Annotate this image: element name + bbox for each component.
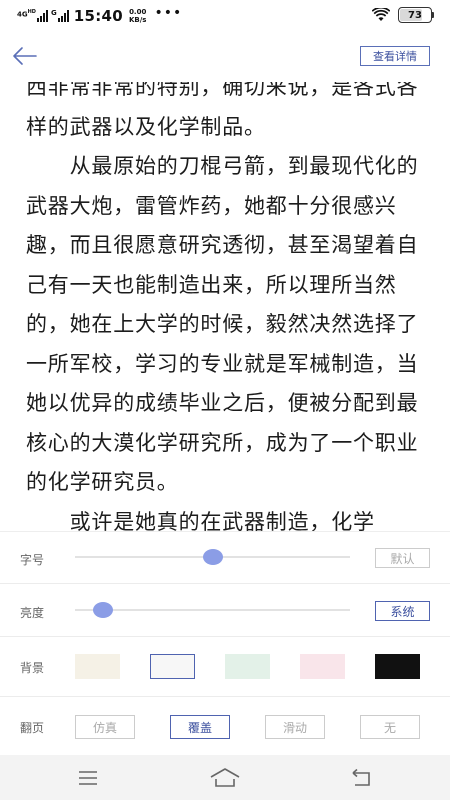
background-swatch-beige[interactable] (75, 654, 120, 679)
battery-tip (432, 12, 434, 18)
paragraph: 从最原始的刀棍弓箭，到最现代化的武器大炮，雷管炸药，她都十分很感兴趣，而且很愿意… (26, 154, 419, 494)
paragraph: 或许是她真的在武器制造，化学 (26, 509, 375, 532)
reading-text: 西非常非常的特别，确切来说，是各式各样的武器以及化学制品。 从最原始的刀棍弓箭，… (26, 82, 426, 531)
page-turn-simulation-button[interactable]: 仿真 (75, 715, 135, 739)
net-speed-unit: KB/s (128, 16, 147, 24)
view-details-button[interactable]: 查看详情 (360, 46, 430, 66)
background-row: 背景 (0, 637, 450, 697)
more-notifications-icon: ••• (154, 5, 183, 21)
menu-icon (79, 771, 97, 785)
status-left: 4GHD G 15:40 0.00 KB/s ••• (17, 5, 183, 25)
page-turn-row: 翻页 仿真 覆盖 滑动 无 (0, 697, 450, 756)
brightness-label: 亮度 (20, 606, 45, 620)
background-swatch-pink[interactable] (300, 654, 345, 679)
background-swatch-green[interactable] (225, 654, 270, 679)
font-size-label: 字号 (20, 553, 45, 567)
back-icon (352, 768, 370, 786)
net-speed: 0.00 KB/s (129, 8, 146, 24)
signal-icon-2 (57, 10, 70, 22)
navigation-bar (0, 755, 450, 800)
carrier-g: G (50, 9, 57, 17)
arrow-left-icon (13, 47, 37, 65)
battery-icon: 73 (398, 7, 432, 23)
battery-level: 73 (408, 9, 422, 21)
system-back-button[interactable] (347, 765, 377, 791)
clock: 15:40 (73, 7, 123, 25)
signal-icon (36, 10, 49, 22)
network-sub: HD (27, 8, 36, 15)
reading-area[interactable]: 西非常非常的特别，确切来说，是各式各样的武器以及化学制品。 从最原始的刀棍弓箭，… (0, 82, 450, 531)
home-icon (210, 768, 240, 787)
background-swatch-white[interactable] (150, 654, 195, 679)
status-bar: 4GHD G 15:40 0.00 KB/s ••• 73 (0, 0, 450, 30)
wifi-icon (372, 8, 390, 21)
font-size-slider-thumb[interactable] (202, 549, 223, 565)
brightness-row: 亮度 系统 (0, 584, 450, 637)
page-turn-label: 翻页 (20, 721, 45, 735)
back-button[interactable] (10, 42, 40, 70)
page-turn-none-button[interactable]: 无 (360, 715, 420, 739)
paragraph: 西非常非常的特别，确切来说，是各式各样的武器以及化学制品。 (26, 82, 419, 139)
network-label: 4G (17, 10, 28, 19)
font-size-row: 字号 默认 (0, 532, 450, 584)
font-size-default-button[interactable]: 默认 (375, 548, 430, 568)
brightness-slider-thumb[interactable] (92, 602, 113, 618)
network-type: 4GHD (17, 8, 36, 18)
brightness-system-button[interactable]: 系统 (375, 601, 430, 621)
menu-button[interactable] (73, 765, 103, 791)
reading-settings-panel: 字号 默认 亮度 系统 背景 翻页 仿真 覆盖 滑动 无 (0, 531, 450, 755)
net-speed-value: 0.00 (129, 8, 147, 16)
page-turn-cover-button[interactable]: 覆盖 (170, 715, 230, 739)
background-swatch-black[interactable] (375, 654, 420, 679)
reader-header: 查看详情 (0, 30, 450, 82)
status-right: 73 (372, 7, 434, 23)
brightness-slider[interactable] (75, 609, 350, 611)
page-turn-slide-button[interactable]: 滑动 (265, 715, 325, 739)
home-button[interactable] (209, 765, 241, 791)
background-label: 背景 (20, 661, 45, 675)
